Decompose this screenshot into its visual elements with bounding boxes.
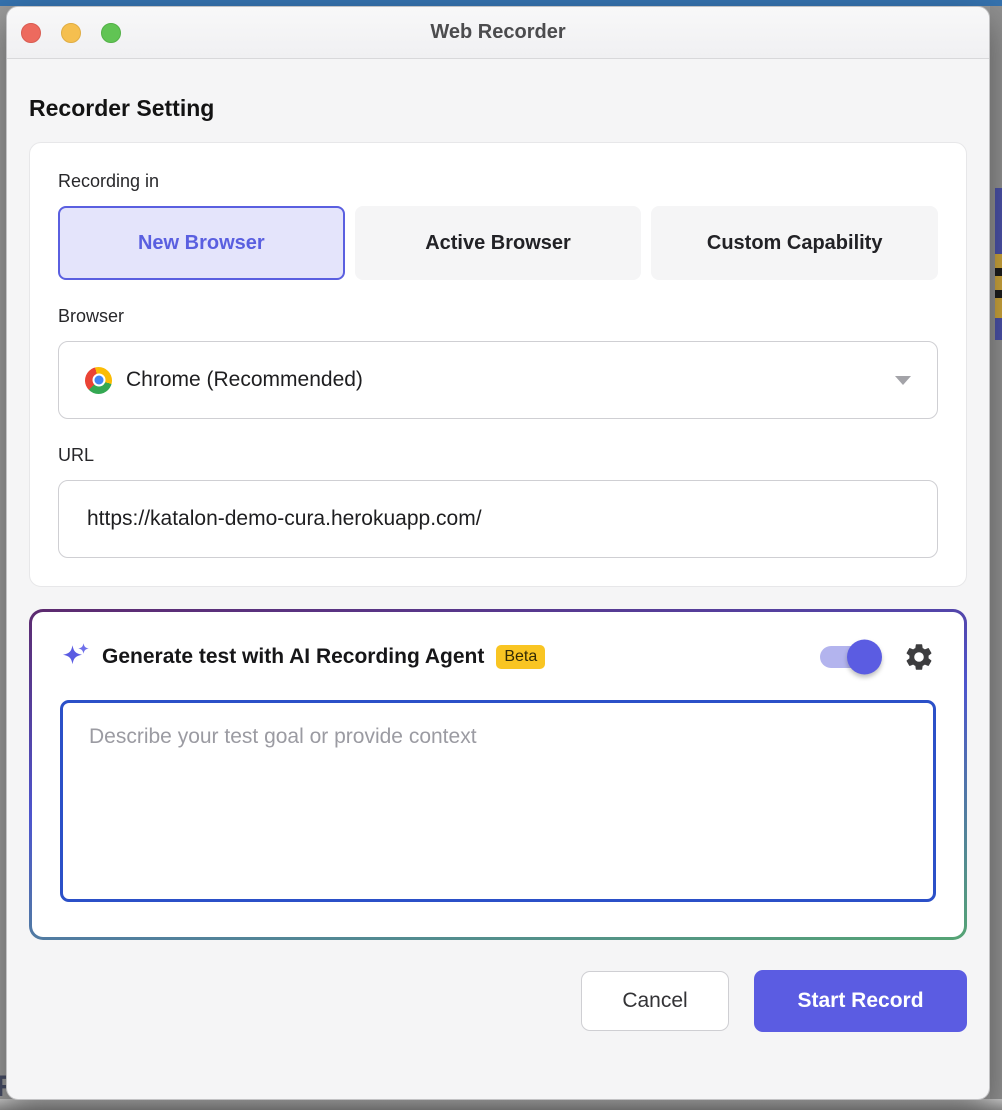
background-color-block [995,268,1002,276]
close-window-button[interactable] [21,23,41,43]
ai-agent-title: Generate test with AI Recording Agent [102,645,484,669]
sparkle-icon [60,642,90,672]
web-recorder-dialog: Web Recorder Recorder Setting Recording … [6,6,990,1100]
titlebar[interactable]: Web Recorder [7,7,989,59]
url-label: URL [58,445,938,466]
background-color-block [995,318,1002,340]
gear-icon [903,641,935,673]
tab-new-browser[interactable]: New Browser [58,206,345,280]
recorder-settings-card: Recording in New Browser Active Browser … [29,142,967,587]
traffic-lights [21,23,121,43]
ai-agent-header: Generate test with AI Recording Agent Be… [60,640,936,674]
browser-selected-option: Chrome (Recommended) [126,368,363,392]
background-app-right-strip [990,6,1002,1110]
page-title: Recorder Setting [29,95,967,122]
zoom-window-button[interactable] [101,23,121,43]
ai-agent-card: Generate test with AI Recording Agent Be… [32,612,964,937]
background-color-block [995,290,1002,298]
window-title: Web Recorder [430,21,565,44]
chevron-down-icon [895,376,911,385]
url-input[interactable] [58,480,938,558]
test-goal-textarea[interactable] [60,700,936,902]
tab-custom-capability[interactable]: Custom Capability [651,206,938,280]
background-color-block [995,188,1002,254]
ai-agent-settings-button[interactable] [902,640,936,674]
chrome-icon [85,367,112,394]
start-record-button[interactable]: Start Record [754,970,967,1032]
background-app-bottom-strip [0,1099,1002,1110]
ai-agent-card-border: Generate test with AI Recording Agent Be… [29,609,967,940]
dialog-content: Recorder Setting Recording in New Browse… [7,95,989,1032]
recording-in-tabs: New Browser Active Browser Custom Capabi… [58,206,938,280]
background-color-block [995,254,1002,318]
ai-agent-toggle[interactable] [820,646,880,668]
cancel-button[interactable]: Cancel [581,971,729,1031]
browser-label: Browser [58,306,938,327]
dialog-footer: Cancel Start Record [29,970,967,1032]
toggle-knob [847,640,882,675]
beta-badge: Beta [496,645,545,669]
tab-active-browser[interactable]: Active Browser [355,206,642,280]
browser-select[interactable]: Chrome (Recommended) [58,341,938,419]
minimize-window-button[interactable] [61,23,81,43]
recording-in-label: Recording in [58,171,938,192]
